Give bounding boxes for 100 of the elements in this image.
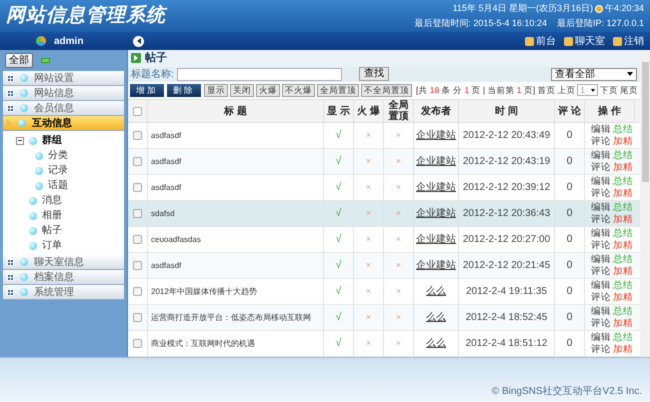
tree-item[interactable]: 消息 bbox=[42, 193, 62, 208]
sidebar-item[interactable]: 档案信息 bbox=[3, 270, 124, 285]
action-link[interactable]: 编辑 bbox=[591, 176, 613, 188]
all-button[interactable]: 全部 bbox=[5, 53, 33, 68]
column-header: 时 间 bbox=[459, 100, 555, 122]
tree-item[interactable]: 相册 bbox=[42, 208, 62, 223]
row-checkbox[interactable] bbox=[133, 261, 142, 270]
expand-icon[interactable] bbox=[7, 90, 14, 96]
action-link[interactable]: 编辑 bbox=[591, 306, 613, 318]
pager-link[interactable]: 尾页 bbox=[620, 84, 638, 97]
row-checkbox[interactable] bbox=[133, 209, 142, 218]
table-row[interactable]: asdfasdf √ × × 企业建站 2012-2-12 20:21:45 0 编辑 总结 评论 加精 bbox=[128, 253, 640, 279]
row-checkbox[interactable] bbox=[133, 131, 142, 140]
action-link[interactable]: 评论 bbox=[591, 240, 613, 252]
action-link[interactable]: 评论 bbox=[591, 136, 613, 148]
action-link[interactable]: 评论 bbox=[591, 188, 613, 200]
action-link[interactable]: 评论 bbox=[591, 162, 613, 174]
row-checkbox[interactable] bbox=[133, 339, 142, 348]
sidebar-item[interactable]: 会员信息 bbox=[3, 101, 124, 116]
sidebar-item[interactable]: 系统管理 bbox=[3, 285, 124, 300]
scrollbar[interactable] bbox=[640, 50, 650, 357]
action-link[interactable]: 加精 bbox=[613, 266, 635, 278]
table-cell: 2012-2-12 20:21:45 bbox=[459, 253, 555, 278]
pager-link[interactable]: 上页 bbox=[557, 84, 576, 97]
expand-icon[interactable] bbox=[7, 288, 14, 296]
filter-select[interactable]: 查看全部 bbox=[551, 68, 637, 81]
table-row[interactable]: 商业模式：互联网时代的机遇 √ × × 么么 2012-2-4 18:51:12 0 编辑 总结 评论 加精 bbox=[128, 331, 640, 357]
tree-item[interactable]: 群组 bbox=[42, 133, 62, 148]
link-icon bbox=[525, 36, 534, 46]
action-link[interactable]: 评论 bbox=[591, 266, 613, 278]
action-link[interactable]: 编辑 bbox=[591, 254, 613, 266]
row-checkbox[interactable] bbox=[133, 157, 142, 166]
table-cell: √ bbox=[324, 227, 354, 252]
tree-item[interactable]: 帖子 bbox=[42, 223, 62, 238]
toolbar-button[interactable]: 删除 bbox=[167, 84, 201, 97]
action-link[interactable]: 编辑 bbox=[591, 124, 613, 136]
tree-item[interactable]: 记录 bbox=[48, 163, 68, 178]
expand-icon[interactable] bbox=[7, 274, 14, 280]
row-checkbox[interactable] bbox=[133, 183, 142, 192]
expand-icon[interactable] bbox=[7, 104, 14, 112]
row-checkbox[interactable] bbox=[133, 287, 142, 296]
table-row[interactable]: ceuoadfasdas √ × × 企业建站 2012-2-12 20:27:00 0 编辑 总结 评论 加精 bbox=[128, 227, 640, 253]
action-link[interactable]: 加精 bbox=[613, 344, 635, 356]
table-row[interactable]: 2012年中国媒体传播十大趋势 √ × × 么么 2012-2-4 19:11:35 0 编辑 总结 评论 加精 bbox=[128, 279, 640, 305]
collapse-all-icon[interactable] bbox=[41, 58, 50, 63]
row-checkbox[interactable] bbox=[133, 235, 142, 244]
action-link[interactable]: 评论 bbox=[591, 344, 613, 356]
action-link[interactable]: 加精 bbox=[613, 136, 635, 148]
table-row[interactable]: asdfasdf √ × × 企业建站 2012-2-12 20:43:49 0 编辑 总结 评论 加精 bbox=[128, 123, 640, 149]
toolbar-button[interactable]: 增加 bbox=[130, 84, 164, 97]
collapse-sidebar-icon[interactable] bbox=[133, 36, 144, 46]
search-field[interactable] bbox=[176, 68, 342, 81]
tree-item[interactable]: 话题 bbox=[48, 178, 68, 193]
table-cell: 2012-2-12 20:39:12 bbox=[459, 175, 555, 200]
nav-link[interactable]: 前台 bbox=[525, 34, 556, 48]
action-link[interactable]: 加精 bbox=[613, 188, 635, 200]
toolbar-button[interactable]: 显示 bbox=[204, 84, 228, 97]
action-link[interactable]: 加精 bbox=[613, 162, 635, 174]
table-row[interactable]: sdafsd √ × × 企业建站 2012-2-12 20:36:43 0 编辑 总结 评论 加精 bbox=[128, 201, 640, 227]
toolbar-button[interactable]: 火爆 bbox=[256, 84, 280, 97]
table-row[interactable]: asdfasdf √ × × 企业建站 2012-2-12 20:43:19 0 编辑 总结 评论 加精 bbox=[128, 149, 640, 175]
toolbar-button[interactable]: 关闭 bbox=[230, 84, 254, 97]
tree-item[interactable]: 订单 bbox=[42, 238, 62, 253]
dropdown-icon bbox=[627, 72, 633, 76]
pager-link[interactable]: 首页 bbox=[537, 84, 556, 97]
action-link[interactable]: 编辑 bbox=[591, 150, 613, 162]
copyright: © BingSNS社交互动平台V2.5 Inc. bbox=[492, 384, 642, 399]
action-link[interactable]: 评论 bbox=[591, 292, 613, 304]
action-link[interactable]: 编辑 bbox=[591, 228, 613, 240]
action-link[interactable]: 加精 bbox=[613, 240, 635, 252]
sidebar-item[interactable]: 网站信息 bbox=[3, 86, 124, 101]
sidebar-item[interactable]: 网站设置 bbox=[3, 71, 124, 86]
expand-icon[interactable] bbox=[7, 74, 14, 82]
expand-icon[interactable] bbox=[7, 258, 14, 266]
action-link[interactable]: 评论 bbox=[591, 214, 613, 226]
table-cell: 么么 bbox=[414, 305, 459, 330]
column-header: 火 爆 bbox=[354, 100, 384, 122]
pager-link[interactable]: 下页 bbox=[600, 84, 618, 97]
toolbar-button[interactable]: 全局置顶 bbox=[317, 84, 359, 97]
action-link[interactable]: 编辑 bbox=[591, 202, 613, 214]
sidebar-item[interactable]: 聊天室信息 bbox=[3, 255, 124, 270]
action-link[interactable]: 编辑 bbox=[591, 280, 613, 292]
table-cell: √ bbox=[324, 253, 354, 278]
nav-link[interactable]: 聊天室 bbox=[564, 34, 605, 48]
sidebar-item[interactable]: 互动信息 bbox=[3, 116, 124, 131]
tree-item[interactable]: 分类 bbox=[48, 148, 68, 163]
select-all-checkbox[interactable] bbox=[133, 106, 142, 116]
table-cell: asdfasdf bbox=[148, 149, 324, 174]
toolbar-button[interactable]: 不全局置顶 bbox=[361, 84, 412, 97]
table-row[interactable]: 运营商打造开放平台：低姿态布局移动互联网 √ × × 么么 2012-2-4 18:52:45 0 编辑 总结 评论 加精 bbox=[128, 305, 640, 331]
action-link[interactable]: 编辑 bbox=[591, 332, 613, 344]
table-row[interactable]: asdfasdf √ × × 企业建站 2012-2-12 20:39:12 0 编辑 总结 评论 加精 bbox=[128, 175, 640, 201]
action-link[interactable]: 加精 bbox=[613, 318, 635, 330]
nav-link[interactable]: 注销 bbox=[613, 34, 644, 48]
toolbar-button[interactable]: 不火爆 bbox=[282, 84, 315, 97]
action-link[interactable]: 评论 bbox=[591, 318, 613, 330]
collapse-icon[interactable] bbox=[16, 136, 24, 144]
action-link[interactable]: 加精 bbox=[613, 292, 635, 304]
row-checkbox[interactable] bbox=[133, 313, 142, 322]
search-button[interactable]: 查找 bbox=[358, 67, 389, 82]
